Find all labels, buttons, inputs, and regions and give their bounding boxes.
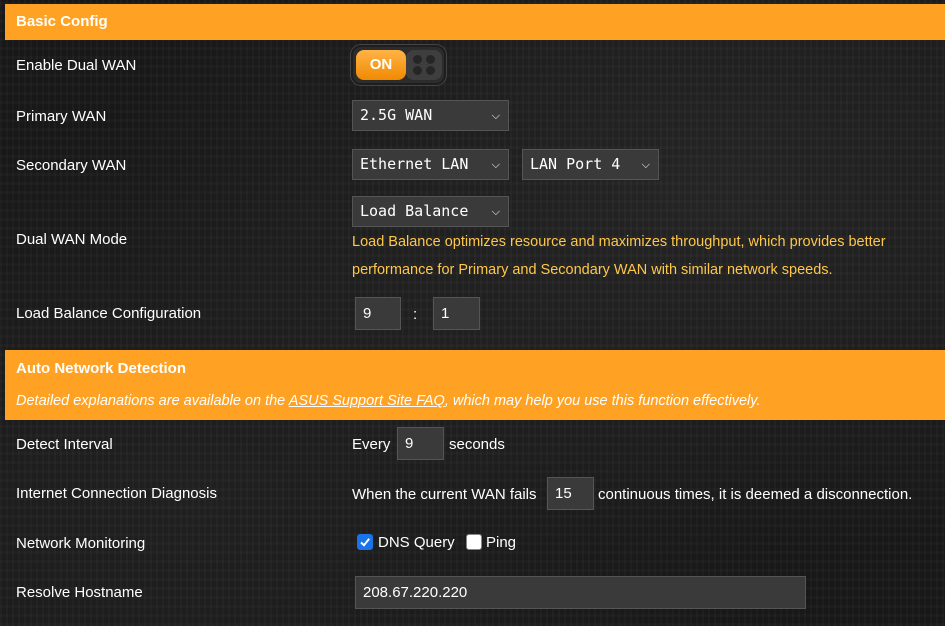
detect-interval-input[interactable]: 9: [397, 427, 444, 460]
basic-config-title: Basic Config: [16, 13, 108, 30]
dual-wan-mode-description: Load Balance optimizes resource and maxi…: [352, 234, 886, 278]
chevron-down-icon: ⌵: [491, 109, 500, 122]
knob-dot: [413, 66, 422, 75]
secondary-wan-value: Ethernet LAN: [360, 155, 469, 173]
dns-query-checkbox[interactable]: [357, 534, 373, 550]
load-balance-label: Load Balance Configuration: [16, 305, 202, 322]
dns-query-label: DNS Query: [378, 534, 455, 551]
secondary-ratio-input[interactable]: 1: [433, 297, 480, 330]
diagnosis-suffix: continuous times, it is deemed a disconn…: [598, 486, 913, 503]
chevron-down-icon: ⌵: [491, 205, 500, 218]
primary-ratio-input[interactable]: 9: [355, 297, 401, 330]
detect-interval-label: Detect Interval: [16, 436, 113, 453]
knob-dot: [426, 66, 435, 75]
dual-wan-mode-value: Load Balance: [360, 202, 469, 220]
secondary-wan-select[interactable]: Ethernet LAN ⌵: [352, 149, 509, 180]
toggle-on-state: ON: [356, 50, 406, 80]
chevron-down-icon: ⌵: [491, 158, 500, 171]
ping-label: Ping: [486, 534, 517, 551]
knob-dot: [413, 55, 422, 64]
auto-detection-title: Auto Network Detection: [16, 360, 187, 377]
detect-interval-prefix: Every: [352, 436, 391, 453]
desc-after: , which may help you use this function e…: [444, 393, 761, 409]
resolve-hostname-label: Resolve Hostname: [16, 584, 143, 601]
desc-before: Detailed explanations are available on t…: [16, 393, 289, 409]
primary-wan-select[interactable]: 2.5G WAN ⌵: [352, 100, 509, 131]
dual-wan-toggle[interactable]: ON: [351, 45, 446, 85]
auto-detection-header: Auto Network Detection Detailed explanat…: [5, 350, 945, 420]
lan-port-value: LAN Port 4: [530, 155, 621, 173]
dual-wan-mode-select[interactable]: Load Balance ⌵: [352, 196, 509, 227]
primary-wan-value: 2.5G WAN: [360, 106, 433, 124]
diagnosis-label: Internet Connection Diagnosis: [16, 485, 217, 502]
network-monitoring-label: Network Monitoring: [16, 535, 146, 552]
dual-wan-mode-label: Dual WAN Mode: [16, 231, 128, 248]
secondary-wan-label: Secondary WAN: [16, 157, 127, 174]
resolve-hostname-input[interactable]: 208.67.220.220: [355, 576, 806, 609]
ping-checkbox[interactable]: [466, 534, 482, 550]
knob-dot: [426, 55, 435, 64]
enable-dual-wan-label: Enable Dual WAN: [16, 57, 137, 74]
primary-wan-label: Primary WAN: [16, 108, 107, 125]
toggle-knob[interactable]: [406, 50, 442, 80]
diagnosis-prefix: When the current WAN fails: [352, 486, 537, 503]
diagnosis-fail-count-input[interactable]: 15: [547, 477, 594, 510]
checkmark-icon: [360, 538, 370, 547]
lan-port-select[interactable]: LAN Port 4 ⌵: [522, 149, 659, 180]
auto-detection-description: Detailed explanations are available on t…: [16, 393, 760, 409]
basic-config-header: Basic Config: [5, 4, 945, 40]
detect-interval-suffix: seconds: [449, 436, 505, 453]
ratio-separator: :: [413, 306, 418, 323]
asus-support-faq-link[interactable]: ASUS Support Site FAQ: [289, 393, 445, 409]
chevron-down-icon: ⌵: [641, 158, 650, 171]
